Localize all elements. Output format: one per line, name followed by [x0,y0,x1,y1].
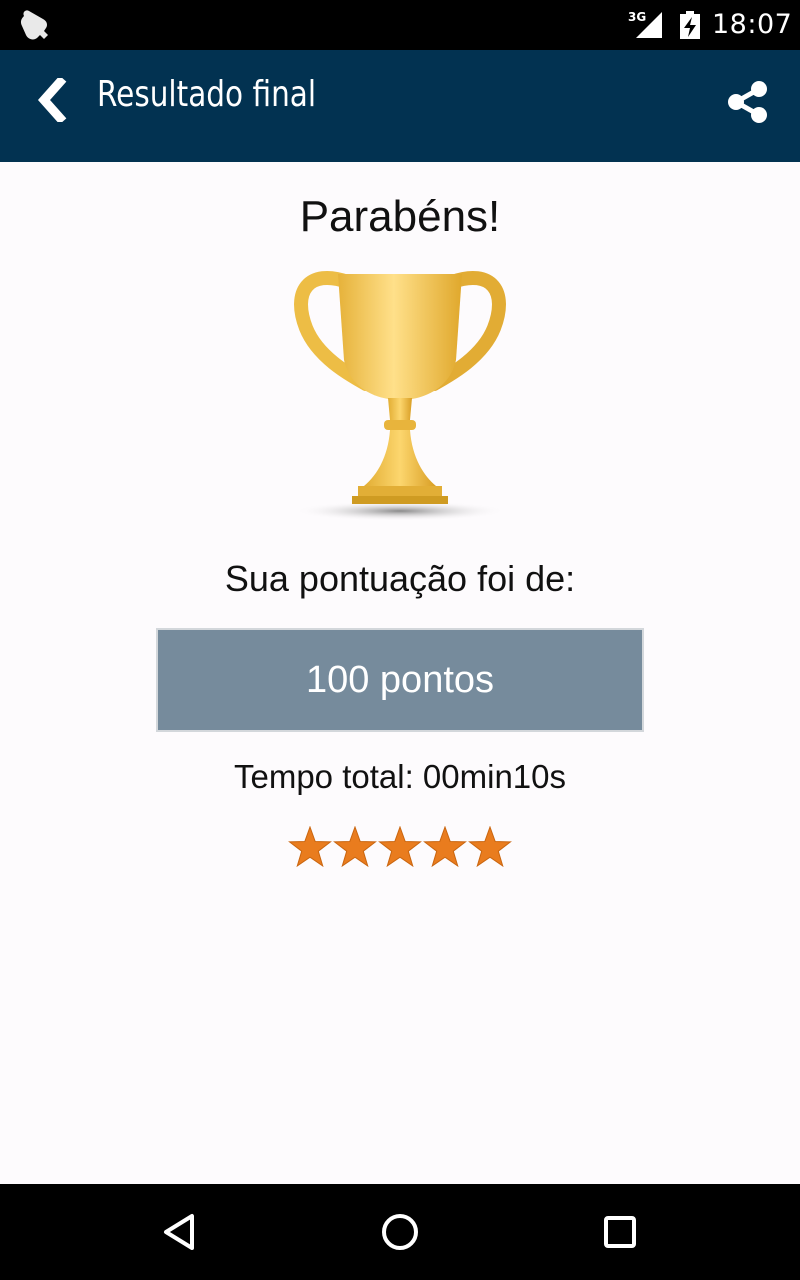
share-icon [728,81,767,123]
result-content: Parabéns! Sua pontuação foi de: 100 pont… [0,162,800,1184]
back-button[interactable] [22,70,82,130]
system-nav-bar [0,1184,800,1280]
status-bar: 3G 18:07 [0,0,800,50]
battery-charging-icon [680,11,700,39]
star-icon [288,826,332,868]
nav-recents-button[interactable] [590,1202,650,1262]
star-icon [333,826,377,868]
score-value: 100 pontos [305,658,495,701]
trophy-icon [294,270,506,521]
recents-square-icon [604,1216,636,1248]
chevron-left-icon [37,78,67,122]
star-icon [378,826,422,868]
network-type-label: 3G [628,10,647,24]
score-label: Sua pontuação foi de: [224,558,576,599]
nav-home-button[interactable] [370,1202,430,1262]
notification-bell-icon [20,10,48,40]
congrats-heading: Parabéns! [299,192,501,241]
page-title: Resultado final [97,74,317,115]
back-triangle-icon [164,1214,194,1250]
total-time: Tempo total: 00min10s [233,758,566,795]
share-button[interactable] [718,72,778,132]
score-box: 100 pontos [156,628,644,732]
star-icon [423,826,467,868]
star-rating [288,826,512,868]
nav-back-button[interactable] [150,1202,210,1262]
star-icon [468,826,512,868]
app-bar: Resultado final [0,50,800,162]
status-clock: 18:07 [712,9,793,40]
home-circle-icon [382,1214,418,1250]
